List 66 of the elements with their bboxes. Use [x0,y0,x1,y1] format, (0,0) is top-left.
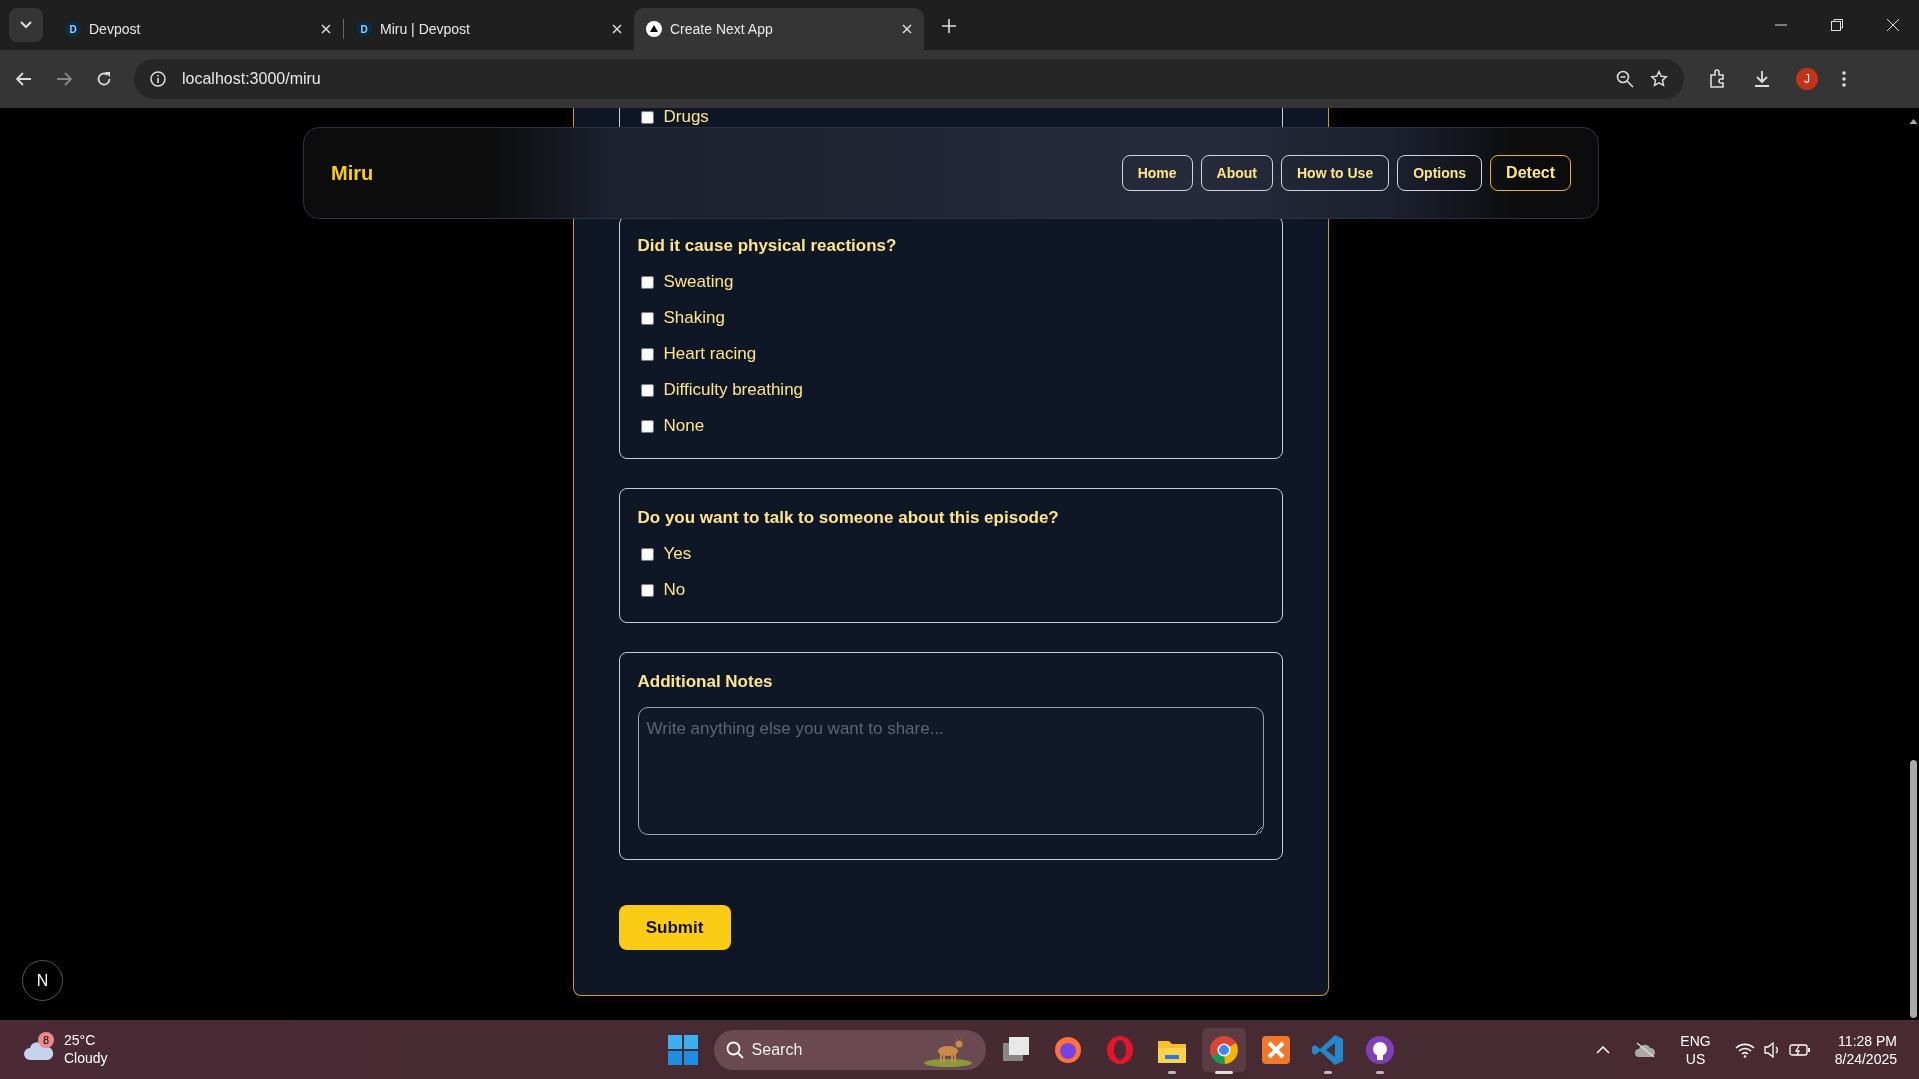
new-tab-icon[interactable] [942,19,956,33]
checkbox[interactable] [640,583,654,597]
tab-favicon: D [356,21,372,37]
tab-favicon: D [65,21,81,37]
checkbox[interactable] [640,275,654,289]
option-label: Yes [663,543,692,565]
browser-tab[interactable]: D Miru | Devpost [344,8,634,50]
notification-badge: 8 [38,1032,54,1049]
browser-tab[interactable]: D Devpost [53,8,343,50]
info-icon [150,71,166,87]
close-icon[interactable] [902,24,912,34]
weather-condition: Cloudy [64,1049,108,1067]
nav-button[interactable]: Detect [1490,155,1571,191]
cloud-off-icon[interactable] [1634,1041,1657,1058]
option-label: Shaking [663,307,725,329]
clock[interactable]: 11:28 PM 8/24/2025 [1834,1031,1897,1068]
checkbox[interactable] [640,383,654,397]
option-label: Difficulty breathing [663,379,804,401]
address-bar[interactable]: localhost:3000/miru [134,59,1684,99]
reload-icon[interactable] [96,71,112,87]
zoom-icon[interactable] [1616,70,1634,88]
restore-icon[interactable] [1831,19,1843,31]
checkbox[interactable] [640,419,654,433]
nav-button[interactable]: Options [1397,155,1483,191]
checkbox[interactable] [640,347,654,361]
brand-logo[interactable]: Miru [331,158,374,188]
checkbox[interactable] [640,311,654,325]
submit-button[interactable]: Submit [618,905,731,950]
forward-icon[interactable] [56,72,72,86]
search-field[interactable]: Search [713,1029,986,1070]
nav-button[interactable]: About [1200,155,1273,191]
battery-icon[interactable] [1788,1042,1811,1057]
tab-list-icon[interactable] [20,21,32,29]
search-icon [725,1040,744,1059]
download-icon[interactable] [1752,69,1772,89]
temperature-text: 25°C [64,1032,97,1050]
menu-icon[interactable] [1842,71,1846,87]
browser-tab[interactable]: Create Next App [634,8,924,50]
deer-drawing [921,1032,974,1067]
question-title: Do you want to talk to someone about this episode? [637,507,1060,529]
windows-icon[interactable] [667,1034,698,1065]
chevron-up-icon[interactable] [1596,1045,1611,1054]
option-label: Sweating [663,271,734,293]
dev-indicator-button[interactable]: N [22,960,63,1001]
option-label: Heart racing [663,343,757,365]
checkbox[interactable] [640,110,654,124]
star-icon[interactable] [1650,70,1668,88]
notes-field[interactable]: Write anything else you want to share... [637,707,1264,835]
option-label: None [663,415,705,437]
nav-button[interactable]: How to Use [1280,155,1390,191]
language-indicator[interactable]: ENG US [1680,1031,1711,1068]
profile-avatar[interactable]: J [1796,68,1818,90]
back-icon[interactable] [16,72,32,86]
scrollbar-thumb[interactable] [1910,760,1917,1018]
close-icon[interactable] [612,24,622,34]
close-icon[interactable] [1887,19,1899,31]
checkbox[interactable] [640,547,654,561]
url-text: localhost:3000/miru [182,69,322,89]
nav-button[interactable]: Home [1121,155,1193,191]
option-label: Drugs [663,108,709,128]
wifi-icon[interactable] [1734,1041,1755,1058]
option-label: No [663,579,686,601]
close-icon[interactable] [321,24,331,34]
question-title: Did it cause physical reactions? [637,235,898,257]
speaker-icon[interactable] [1762,1041,1781,1058]
notes-title: Additional Notes [637,671,774,693]
